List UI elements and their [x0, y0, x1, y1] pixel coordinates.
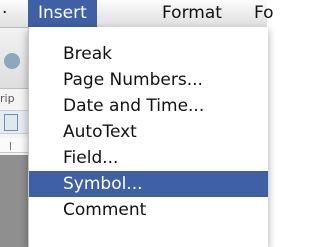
ruler-tick	[10, 142, 11, 150]
menu-bar: · Insert Format Fo	[0, 0, 274, 28]
menubar-partial-item: ·	[2, 3, 8, 23]
menu-item-autotext[interactable]: AutoText	[29, 119, 268, 145]
menu-item-break[interactable]: Break	[29, 41, 268, 67]
menu-item-label: Comment	[63, 200, 147, 220]
menu-item-symbol[interactable]: Symbol...	[29, 171, 268, 197]
menu-insert[interactable]: Insert	[28, 0, 97, 27]
menu-item-comment[interactable]: Comment	[29, 197, 268, 223]
toolbar-zoom-icon[interactable]	[4, 53, 20, 69]
menu-item-label: Field...	[63, 148, 119, 168]
document-icon	[4, 114, 18, 131]
menu-format[interactable]: Format	[162, 0, 222, 27]
menu-item-label: Page Numbers...	[63, 70, 203, 90]
menu-item-field[interactable]: Field...	[29, 145, 268, 171]
menu-item-date-and-time[interactable]: Date and Time...	[29, 93, 268, 119]
menu-item-label: AutoText	[63, 122, 137, 142]
background-text-fragment: rip	[0, 92, 15, 105]
background-sidebar	[0, 155, 30, 247]
insert-menu: Break Page Numbers... Date and Time... A…	[28, 27, 268, 247]
menu-item-label: Date and Time...	[63, 96, 205, 116]
menu-item-label: Break	[63, 44, 112, 64]
menu-partial-fo[interactable]: Fo	[254, 0, 274, 27]
menu-item-label: Symbol...	[63, 174, 143, 194]
menu-item-page-numbers[interactable]: Page Numbers...	[29, 67, 268, 93]
